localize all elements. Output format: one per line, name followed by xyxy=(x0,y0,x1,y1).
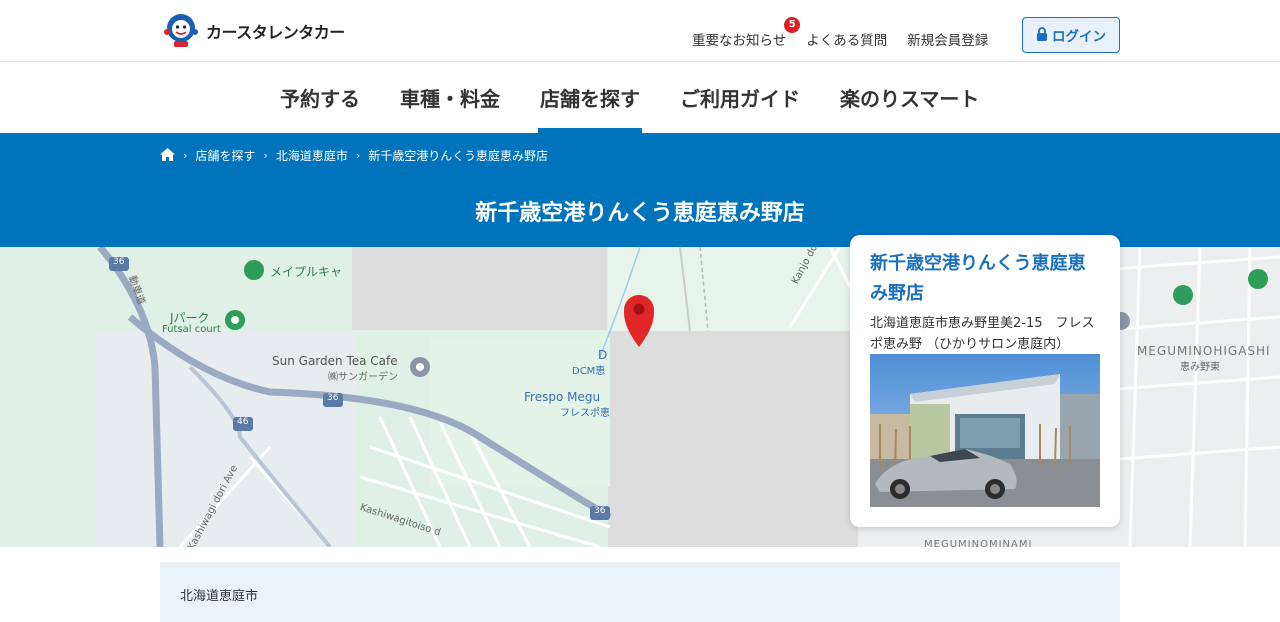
nav-item-guide[interactable]: ご利用ガイド xyxy=(660,62,820,133)
store-name-link[interactable]: 新千歳空港りんくう恵庭恵み野店 xyxy=(870,253,1086,304)
store-info-card: 新千歳空港りんくう恵庭恵み野店 北海道恵庭市恵み野里美2-15 フレスポ恵み野 … xyxy=(850,235,1120,527)
page-header-band: › 店舗を探す › 北海道恵庭市 › 新千歳空港りんくう恵庭恵み野店 新千歳空港… xyxy=(0,133,1280,247)
brand-logo[interactable]: カースタレンタカー xyxy=(162,12,345,50)
page-title: 新千歳空港りんくう恵庭恵み野店 xyxy=(475,201,805,226)
map-label-maple: メイプルキャ xyxy=(270,265,343,279)
nav-item-cars-prices[interactable]: 車種・料金 xyxy=(380,62,520,133)
home-icon[interactable] xyxy=(160,147,175,164)
register-link[interactable]: 新規会員登録 xyxy=(907,29,988,49)
login-button[interactable]: ログイン xyxy=(1022,17,1120,53)
lock-icon xyxy=(1036,26,1048,44)
top-header: カースタレンタカー 重要なお知らせ 5 よくある質問 新規会員登録 ログイン xyxy=(0,0,1280,62)
mascot-logo-icon xyxy=(162,12,200,50)
nav-item-reserve[interactable]: 予約する xyxy=(260,62,380,133)
nav-item-rakunori-smart[interactable]: 楽のりスマート xyxy=(820,62,999,133)
map-label-dcm: DCM恵 xyxy=(572,366,606,377)
region-heading: 北海道恵庭市 xyxy=(180,589,259,604)
chevron-right-icon: › xyxy=(355,149,361,162)
map-label-meguminohigashi: MEGUMINOHIGASHI xyxy=(1137,344,1271,358)
map-label-meguminohigashi-ja: 恵み野東 xyxy=(1180,362,1220,373)
route-36-shield: 36 xyxy=(113,257,125,267)
faq-link[interactable]: よくある質問 xyxy=(806,29,887,49)
route-36-shield: 36 xyxy=(327,393,339,403)
breadcrumb-current: 新千歳空港りんくう恵庭恵み野店 xyxy=(368,149,549,163)
login-label: ログイン xyxy=(1052,29,1106,44)
important-notice-link[interactable]: 重要なお知らせ 5 xyxy=(692,17,801,49)
map-label-dcm-d: D xyxy=(598,348,608,362)
utility-links: 重要なお知らせ 5 よくある質問 新規会員登録 xyxy=(692,17,988,49)
map-label-megumiminami: MEGUMINOMINAMI xyxy=(924,539,1033,547)
store-photo xyxy=(870,354,1100,507)
map-label-futsal: Futsal court xyxy=(162,324,221,335)
breadcrumb-find-store[interactable]: 店舗を探す xyxy=(195,147,255,164)
map-label-frespo: Frespo Megu xyxy=(524,390,601,404)
route-46-shield: 46 xyxy=(237,417,249,427)
map-label-sungarden-ja: ㈱サンガーデン xyxy=(328,372,398,383)
important-notice-label: 重要なお知らせ xyxy=(692,33,787,49)
brand-name: カースタレンタカー xyxy=(206,23,345,42)
store-address: 北海道恵庭市恵み野里美2-15 フレスポ恵み野 （ひかりサロン恵庭内） xyxy=(870,316,1095,352)
breadcrumb-region[interactable]: 北海道恵庭市 xyxy=(276,147,348,164)
notice-count-badge: 5 xyxy=(784,17,801,33)
nav-item-find-store[interactable]: 店舗を探す xyxy=(520,62,660,133)
map-label-frespo-ja: フレスポ恵 xyxy=(560,408,610,419)
breadcrumb: › 店舗を探す › 北海道恵庭市 › 新千歳空港りんくう恵庭恵み野店 xyxy=(160,147,548,164)
chevron-right-icon: › xyxy=(183,149,188,162)
region-section: 北海道恵庭市 xyxy=(160,562,1120,622)
chevron-right-icon: › xyxy=(263,149,268,162)
map-label-sungarden: Sun Garden Tea Cafe xyxy=(272,354,398,368)
main-navigation: 予約する 車種・料金 店舗を探す ご利用ガイド 楽のりスマート xyxy=(0,62,1280,133)
route-36-shield: 36 xyxy=(594,506,606,516)
